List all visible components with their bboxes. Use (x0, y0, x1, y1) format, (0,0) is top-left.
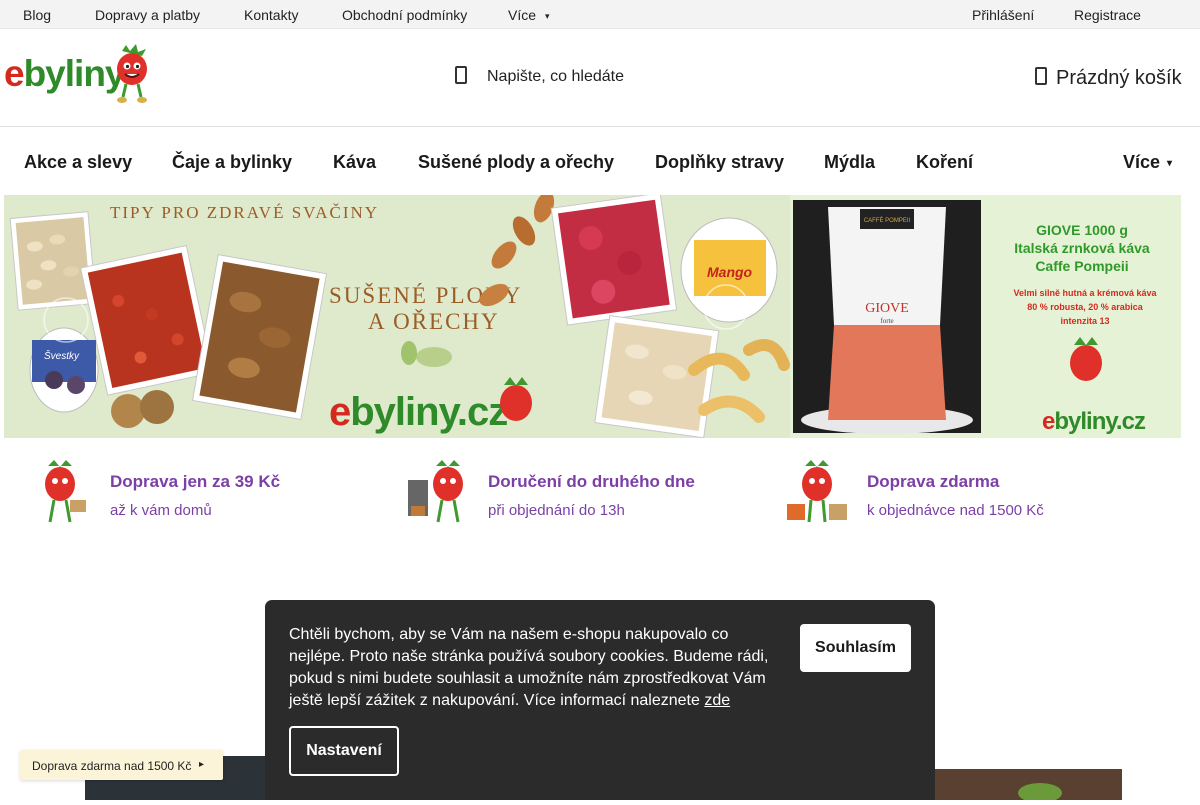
jar-prunes: Švestky (29, 327, 99, 413)
usp-title: Doručení do druhého dne (488, 472, 695, 491)
topbar-link-shipping[interactable]: Dopravy a platby (95, 7, 200, 23)
usp-next-day: Doručení do druhého dne při objednání do… (384, 460, 744, 540)
banner-headline: TIPY PRO ZDRAVÉ SVAČINY (110, 203, 379, 222)
cart-icon (1035, 67, 1047, 85)
logo[interactable]: ebyliny (4, 43, 154, 105)
side-banner-artwork: CAFFÈ POMPEII GIOVE forte GIOVE 1000 g I… (790, 195, 1181, 438)
nav-item-teas[interactable]: Čaje a bylinky (172, 152, 292, 173)
topbar-more-menu[interactable]: Více ▾ (508, 7, 550, 23)
nav-item-spices[interactable]: Koření (916, 152, 973, 173)
svg-text:Velmi silně hutná a krémová ká: Velmi silně hutná a krémová káva (1013, 288, 1157, 298)
topbar-more-label: Více (508, 7, 537, 23)
nav-item-soaps[interactable]: Mýdla (824, 152, 875, 173)
usp-title: Doprava jen za 39 Kč (110, 472, 281, 491)
logo-wordmark: ebyliny (4, 53, 125, 94)
promo-image-right[interactable] (934, 769, 1122, 803)
svg-text:Mango: Mango (707, 264, 753, 280)
svg-text:CAFFÈ POMPEII: CAFFÈ POMPEII (864, 217, 911, 224)
cookie-message: Chtěli bychom, aby se Vám na našem e-sho… (289, 624, 779, 712)
nav-more-label: Více (1123, 152, 1161, 172)
leaf-icon (1018, 783, 1062, 803)
usp-free-shipping: Doprava zdarma k objednávce nad 1500 Kč (763, 460, 1123, 540)
main-nav: Akce a slevy Čaje a bylinky Káva Sušené … (0, 127, 1200, 195)
nav-item-supplements[interactable]: Doplňky stravy (655, 152, 784, 173)
free-shipping-text: Doprava zdarma nad 1500 Kč (32, 759, 192, 773)
banner-brand: ebyliny.cz (329, 390, 507, 434)
topbar-link-contacts[interactable]: Kontakty (244, 7, 298, 23)
cookie-accept-button[interactable]: Souhlasím (800, 624, 911, 672)
svg-text:80 % robusta, 20 % arabica: 80 % robusta, 20 % arabica (1027, 302, 1144, 312)
chevron-right-icon: ▸ (199, 759, 205, 770)
svg-text:ebyliny.cz: ebyliny.cz (1042, 408, 1146, 435)
login-link[interactable]: Přihlášení (972, 7, 1034, 23)
nav-item-coffee[interactable]: Káva (333, 152, 376, 173)
cookie-consent-dialog: Chtěli bychom, aby se Vám na našem e-sho… (265, 600, 935, 800)
strawberry-delivery-icon (45, 460, 86, 523)
strawberry-mascot-icon (117, 44, 147, 103)
usp-subtitle: až k vám domů (110, 502, 212, 519)
free-shipping-bar[interactable]: Doprava zdarma nad 1500 Kč ▸ (20, 750, 223, 780)
cookie-settings-button[interactable]: Nastavení (289, 726, 399, 776)
chevron-down-icon: ▾ (1167, 158, 1173, 169)
hero-banner-dried-fruit[interactable]: TIPY PRO ZDRAVÉ SVAČINY Švestky SUŠENÉ P… (4, 195, 790, 438)
cart-label: Prázdný košík (1056, 67, 1182, 89)
svg-text:GIOVE: GIOVE (865, 301, 909, 316)
svg-text:GIOVE 1000 g: GIOVE 1000 g (1036, 222, 1128, 238)
svg-text:Caffe Pompeii: Caffe Pompeii (1035, 258, 1128, 274)
search-box[interactable]: Napište, co hledáte (452, 59, 712, 93)
register-link[interactable]: Registrace (1074, 7, 1141, 23)
topbar-link-terms[interactable]: Obchodní podmínky (342, 7, 467, 23)
nav-item-sale[interactable]: Akce a slevy (24, 152, 132, 173)
search-placeholder: Napište, co hledáte (487, 68, 624, 85)
cookie-more-info-link[interactable]: zde (704, 692, 730, 709)
nav-more-menu[interactable]: Více ▾ (1123, 152, 1172, 173)
strawberry-coffee-icon (408, 460, 463, 523)
svg-text:Italská zrnková káva: Italská zrnková káva (1014, 240, 1150, 256)
usp-title: Doprava zdarma (867, 472, 1000, 491)
header: ebyliny Napište, co hledáte Prázdný koší… (0, 29, 1200, 127)
nav-item-dried-fruit[interactable]: Sušené plody a ořechy (418, 152, 614, 173)
side-banner-coffee[interactable]: CAFFÈ POMPEII GIOVE forte GIOVE 1000 g I… (790, 195, 1181, 438)
cookie-message-text: Chtěli bychom, aby se Vám na našem e-sho… (289, 626, 769, 709)
svg-text:forte: forte (880, 317, 893, 325)
top-bar: Blog Dopravy a platby Kontakty Obchodní … (0, 0, 1200, 29)
svg-text:intenzita 13: intenzita 13 (1060, 316, 1109, 326)
banner-title-line2: A OŘECHY (368, 309, 500, 334)
chevron-down-icon: ▾ (545, 11, 550, 21)
search-icon (455, 66, 467, 84)
svg-text:Švestky: Švestky (44, 349, 80, 362)
usp-subtitle: k objednávce nad 1500 Kč (867, 502, 1044, 519)
topbar-link-blog[interactable]: Blog (23, 7, 51, 23)
usp-subtitle: při objednání do 13h (488, 502, 625, 519)
strawberry-gift-icon (787, 460, 847, 523)
hero-banner-artwork: TIPY PRO ZDRAVÉ SVAČINY Švestky SUŠENÉ P… (4, 195, 790, 438)
usp-delivery-price: Doprava jen za 39 Kč až k vám domů (6, 460, 366, 540)
